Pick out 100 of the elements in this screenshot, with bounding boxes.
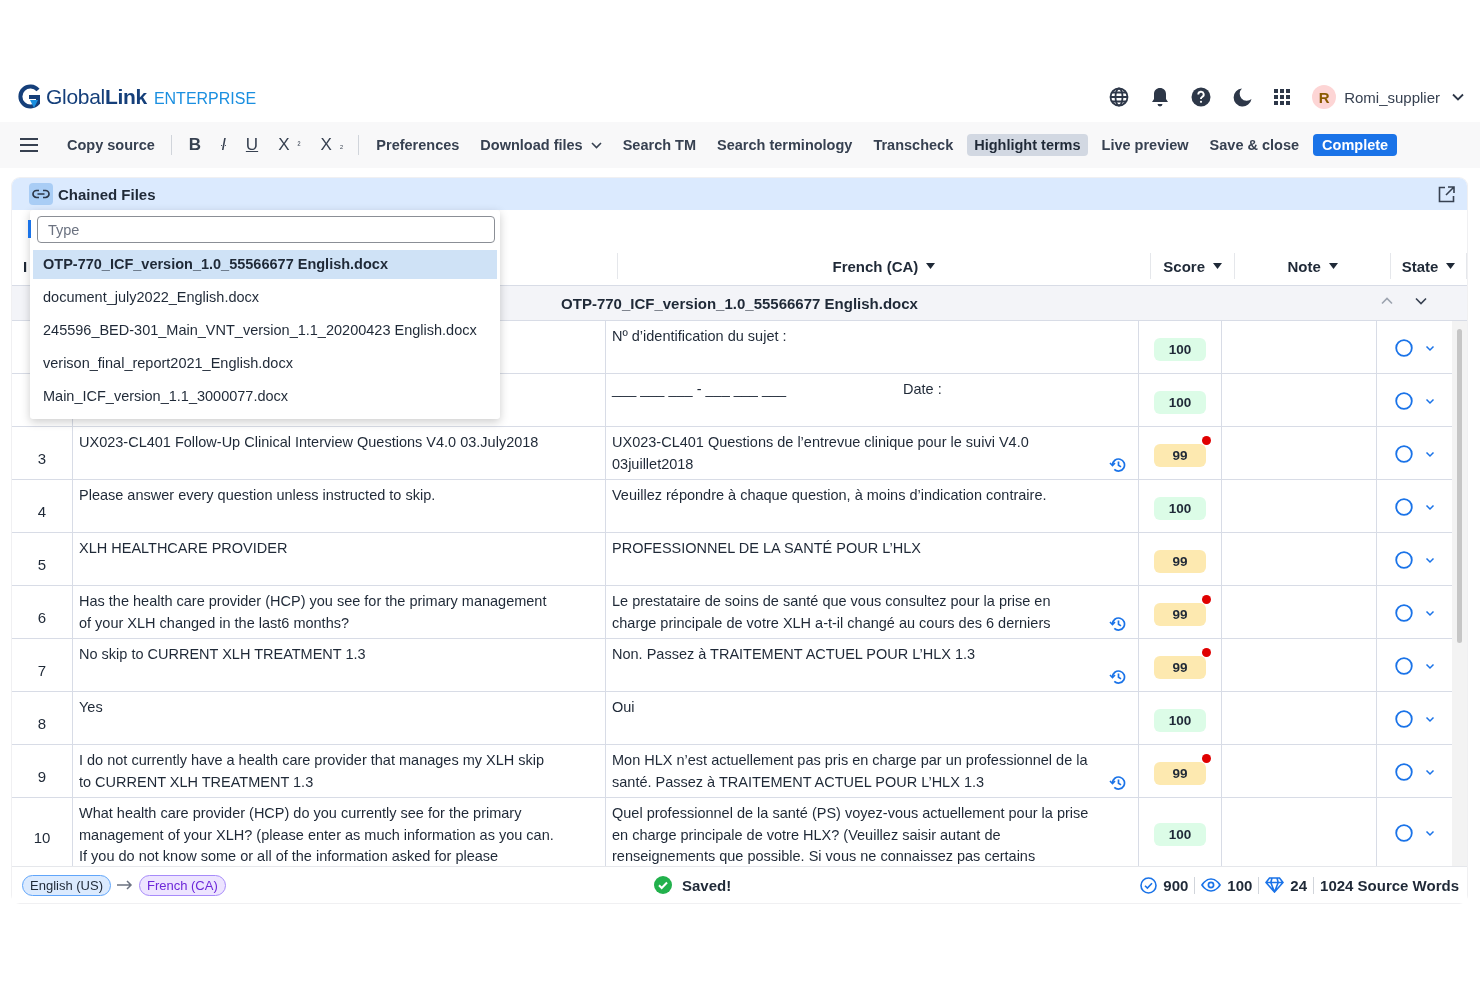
source-text: No skip to CURRENT XLH TREATMENT 1.3	[79, 646, 366, 662]
toolbar-button[interactable]: Live preview	[1094, 134, 1196, 156]
diamond-icon	[1265, 877, 1285, 893]
toolbar-button[interactable]: Preferences	[369, 134, 467, 156]
chevron-down-icon[interactable]	[590, 141, 602, 149]
notification-bell-icon[interactable]	[1151, 87, 1170, 107]
toolbar-button[interactable]: Search terminology	[710, 134, 860, 156]
toolbar-button[interactable]: Save & close	[1202, 134, 1307, 156]
target-text[interactable]: Date :	[903, 379, 942, 401]
state-circle[interactable]	[1394, 604, 1413, 622]
file-option[interactable]: OTP-770_ICF_version_1.0_55566677 English.docx	[33, 250, 497, 279]
history-icon[interactable]	[1109, 775, 1126, 791]
state-circle[interactable]	[1394, 498, 1413, 516]
match-score: 100	[1154, 496, 1206, 520]
caret-down-icon[interactable]	[1213, 263, 1222, 269]
match-score: 100	[1154, 337, 1206, 361]
column-header[interactable]: State	[1401, 257, 1456, 275]
save-status: Saved!	[682, 876, 732, 894]
source-text: XLH HEALTHCARE PROVIDER	[79, 540, 288, 556]
chevron-down-icon[interactable]	[1415, 297, 1427, 305]
stat-value: 24	[1290, 876, 1308, 894]
state-circle[interactable]	[1394, 657, 1413, 675]
state-circle[interactable]	[1394, 824, 1413, 842]
match-score: 99	[1154, 602, 1206, 626]
format-button[interactable]: B	[181, 133, 209, 157]
stat-value: 100	[1227, 876, 1253, 894]
format-button[interactable]: U	[238, 133, 266, 157]
target-text[interactable]: Nº d’identification du sujet :	[612, 326, 787, 348]
state-circle[interactable]	[1394, 392, 1413, 410]
segment-number: 5	[37, 555, 47, 573]
arrow-right-icon	[116, 880, 133, 890]
caret-down-icon[interactable]	[1328, 263, 1338, 269]
apps-grid-icon[interactable]	[1274, 89, 1291, 105]
segment-number: 9	[37, 767, 47, 785]
panel-title: Chained Files	[58, 185, 157, 203]
toolbar-button[interactable]: Transcheck	[866, 134, 961, 156]
complete-button[interactable]: Complete	[1313, 134, 1398, 156]
search-field[interactable]: Type	[37, 216, 495, 243]
state-circle[interactable]	[1394, 710, 1413, 728]
target-text[interactable]: Quel professionnel de la santé (PS) voyez-vous actuellement pour la prise en charge principale de votre HLX? (Veuillez saisir autant de renseignements que possible. Si vous ne connaissez pas certains	[612, 803, 1092, 868]
target-language-chip: French (CA)	[138, 874, 226, 896]
state-circle[interactable]	[1394, 763, 1413, 781]
file-option[interactable]: document_july2022_English.docx	[33, 283, 497, 312]
eye-icon	[1201, 878, 1222, 892]
target-text[interactable]: Veuillez répondre à chaque question, à moins d’indication contraire.	[612, 485, 1047, 507]
target-text[interactable]: UX023-CL401 Questions de l’entrevue clinique pour le suivi V4.0 03juillet2018	[612, 432, 1092, 475]
target-text[interactable]: Mon HLX n’est actuellement pas pris en charge par un professionnel de la santé. Passez à TRAITEMENT ACTUEL POUR L’HLX 1.3	[612, 750, 1092, 793]
logo-icon	[16, 84, 42, 110]
column-header[interactable]: Note	[1287, 257, 1338, 275]
history-icon[interactable]	[1109, 616, 1126, 632]
state-circle[interactable]	[1394, 339, 1413, 357]
source-word-count: 1024 Source Words	[1313, 876, 1459, 894]
column-header[interactable]: Score	[1163, 257, 1222, 275]
state-circle[interactable]	[1394, 551, 1413, 569]
external-link-icon[interactable]	[1438, 185, 1455, 203]
file-option[interactable]: verison_final_report2021_English.docx	[33, 349, 497, 378]
stat-value: 900	[1163, 876, 1189, 894]
caret-down-icon[interactable]	[926, 263, 936, 269]
dark-mode-icon[interactable]	[1233, 87, 1253, 107]
target-text[interactable]: Le prestataire de soins de santé que vous consultez pour la prise en charge principale de votre XLH a-t-il changé au cours des 6 derniers	[612, 591, 1092, 634]
column-header[interactable]: French (CA)	[832, 257, 936, 275]
match-score: 99	[1154, 443, 1206, 467]
source-text: Has the health care provider (HCP) you see for the primary management of your XLH changed in the last6 months?	[79, 593, 547, 631]
target-text[interactable]: Oui	[612, 697, 635, 719]
toolbar-button[interactable]: Highlight terms	[967, 134, 1088, 156]
column-header[interactable]: I	[23, 257, 28, 275]
caret-down-icon[interactable]	[1446, 263, 1456, 269]
check-circle-icon	[654, 876, 672, 894]
source-language-chip: English (US)	[22, 874, 111, 896]
format-button[interactable]: I	[214, 133, 233, 157]
target-text[interactable]: Non. Passez à TRAITEMENT ACTUEL POUR L’HLX 1.3	[612, 644, 976, 666]
source-text: Yes	[79, 699, 103, 715]
user-avatar[interactable]: R	[1312, 85, 1337, 109]
brand-name: GlobalLink	[46, 85, 147, 109]
toolbar-button[interactable]: Copy source	[60, 134, 162, 156]
chevron-down-icon[interactable]	[1452, 93, 1464, 101]
menu-icon[interactable]	[20, 138, 38, 152]
segment-number: 8	[37, 714, 47, 732]
format-button[interactable]: X$^{²}$	[271, 133, 308, 157]
history-icon[interactable]	[1109, 669, 1126, 685]
scrollbar-thumb[interactable]	[1457, 329, 1462, 643]
help-icon[interactable]	[1191, 87, 1212, 107]
toolbar-dropdown[interactable]: Download files	[473, 134, 609, 156]
state-circle[interactable]	[1394, 445, 1413, 463]
match-score: 100	[1154, 822, 1206, 846]
segment-number: 6	[37, 608, 47, 626]
segment-number: 10	[33, 828, 51, 846]
file-option[interactable]: 245596_BED-301_Main_VNT_version_1.1_20200423 English.docx	[33, 316, 497, 345]
user-name[interactable]: Romi_supplier	[1344, 88, 1440, 106]
target-text[interactable]: ___ ___ ___ - ___ ___ ___	[612, 379, 787, 401]
file-group-title: OTP-770_ICF_version_1.0_55566677 English.docx	[561, 294, 918, 312]
toolbar-button[interactable]: Search TM	[615, 134, 704, 156]
file-option[interactable]: Main_ICF_version_1.1_3000077.docx	[33, 382, 497, 411]
history-icon[interactable]	[1109, 457, 1126, 473]
globe-icon[interactable]	[1109, 87, 1130, 107]
target-text[interactable]: PROFESSIONNEL DE LA SANTÉ POUR L’HLX	[612, 538, 921, 560]
brand-edition: ENTERPRISE	[153, 90, 257, 108]
segment-number: 7	[37, 661, 47, 679]
segment-number: 3	[37, 449, 47, 467]
match-score: 100	[1154, 708, 1206, 732]
